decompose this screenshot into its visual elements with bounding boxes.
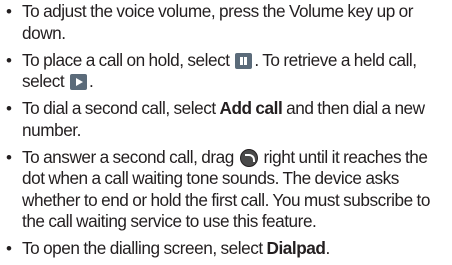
call-handle-icon — [239, 148, 258, 167]
item-text: To adjust the voice volume, press the Vo… — [22, 1, 414, 43]
bullet-dot: • — [6, 50, 12, 70]
list-item-dialpad: • To open the dialling screen, select Dia… — [4, 238, 450, 260]
list-item-answer-second-call: • To answer a second call, drag right unt… — [4, 147, 450, 233]
bullet-dot: • — [6, 99, 12, 118]
item-text: . — [89, 71, 94, 91]
list-item-volume: • To adjust the voice volume, press the V… — [4, 1, 450, 44]
item-text: To dial a second call, select — [22, 98, 220, 118]
item-text: To place a call on hold, select — [22, 49, 234, 70]
bullet-dot: • — [6, 147, 12, 167]
manual-page: • To adjust the voice volume, press the V… — [0, 0, 452, 261]
bullet-dot: • — [6, 239, 12, 258]
list-item-hold: • To place a call on hold, select . To re… — [4, 50, 450, 93]
instruction-list: • To adjust the voice volume, press the V… — [4, 1, 450, 265]
add-call-label: Add call — [219, 98, 283, 118]
item-text: . — [325, 238, 330, 258]
list-item-add-call: • To dial a second call, select Add call … — [4, 98, 450, 141]
play-icon — [70, 74, 88, 90]
item-text: To answer a second call, drag — [22, 146, 238, 167]
dialpad-label: Dialpad — [266, 238, 326, 258]
pause-icon — [235, 52, 253, 69]
item-text: To open the dialling screen, select — [22, 238, 267, 258]
bullet-dot: • — [6, 2, 12, 21]
